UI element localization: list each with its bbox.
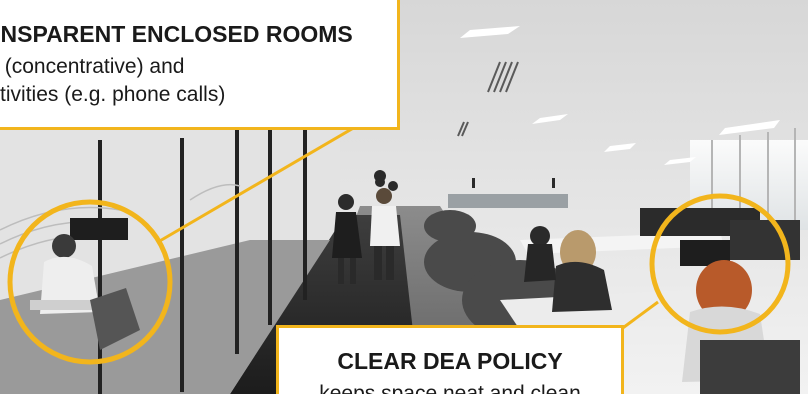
callout-line: noisy activities (e.g. phone calls) <box>0 83 226 106</box>
callout-body: for quiet (concentrative) and noisy acti… <box>0 53 225 109</box>
callout-title: TRANSPARENT ENCLOSED ROOMS <box>0 21 353 47</box>
room-monitor <box>70 218 128 240</box>
callout-dea-policy: CLEAR DEA POLICY keeps space neat and cl… <box>276 325 624 394</box>
office-photo-annotated: TRANSPARENT ENCLOSED ROOMS for quiet (co… <box>0 0 808 394</box>
wall-art <box>448 194 568 208</box>
callout-enclosed-rooms: TRANSPARENT ENCLOSED ROOMS for quiet (co… <box>0 0 400 130</box>
wall-clock <box>374 170 386 182</box>
callout-body: keeps space neat and clean <box>319 382 581 394</box>
callout-title: CLEAR DEA POLICY <box>337 348 563 374</box>
callout-line: for quiet (concentrative) and <box>0 55 185 78</box>
